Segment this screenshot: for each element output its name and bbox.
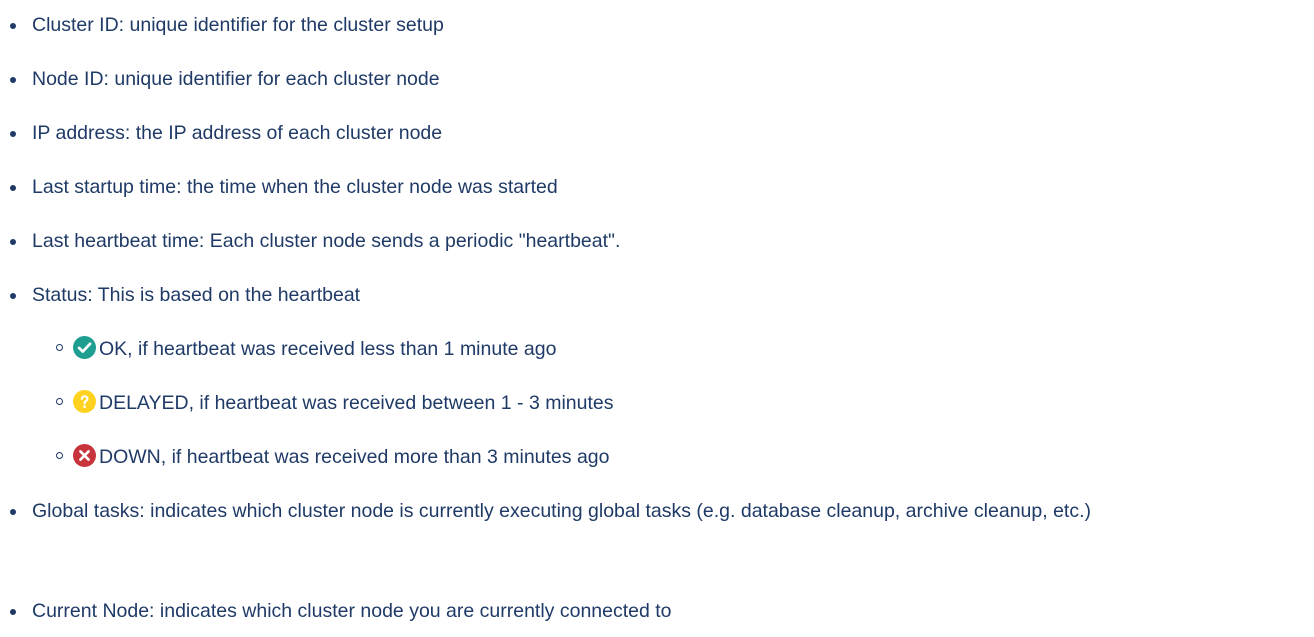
- status-level-text: OK, if heartbeat was received less than …: [99, 338, 557, 360]
- list-item-text: Last heartbeat time: Each cluster node s…: [32, 230, 621, 252]
- sub-bullet: [56, 452, 63, 460]
- x-circle-icon: [73, 444, 96, 468]
- status-level-down: DOWN, if heartbeat was received more tha…: [56, 443, 610, 471]
- document-body: Cluster ID: unique identifier for the cl…: [0, 0, 1314, 637]
- check-circle-icon: [73, 336, 96, 360]
- status-level-text: DELAYED, if heartbeat was received betwe…: [99, 392, 614, 414]
- status-level-ok: OK, if heartbeat was received less than …: [56, 335, 556, 363]
- sub-bullet: [56, 344, 63, 352]
- list-item-text: Status: This is based on the heartbeat: [32, 284, 361, 306]
- list-item-text: Node ID: unique identifier for each clus…: [32, 68, 440, 90]
- list-item-current-node: Current Node: indicates which cluster no…: [10, 597, 1294, 625]
- list-item-global-tasks: Global tasks: indicates which cluster no…: [10, 497, 1294, 525]
- question-circle-icon: [73, 390, 96, 414]
- list-item-last-heartbeat-time: Last heartbeat time: Each cluster node s…: [10, 227, 1294, 255]
- sub-bullet: [56, 398, 63, 406]
- list-item-text: Global tasks: indicates which cluster no…: [32, 500, 1091, 522]
- list-item-text: Current Node: indicates which cluster no…: [32, 600, 672, 622]
- list-item-text: Last startup time: the time when the clu…: [32, 176, 558, 198]
- list-item-ip-address: IP address: the IP address of each clust…: [10, 119, 1294, 147]
- status-level-text: DOWN, if heartbeat was received more tha…: [99, 446, 610, 468]
- list-item-status: Status: This is based on the heartbeat: [10, 281, 1294, 309]
- list-item-text: Cluster ID: unique identifier for the cl…: [32, 14, 444, 36]
- list-item-cluster-id: Cluster ID: unique identifier for the cl…: [10, 11, 1294, 39]
- list-item-text: IP address: the IP address of each clust…: [32, 122, 443, 144]
- list-item-last-startup-time: Last startup time: the time when the clu…: [10, 173, 1294, 201]
- list-item-node-id: Node ID: unique identifier for each clus…: [10, 65, 1294, 93]
- status-level-delayed: DELAYED, if heartbeat was received betwe…: [56, 389, 613, 417]
